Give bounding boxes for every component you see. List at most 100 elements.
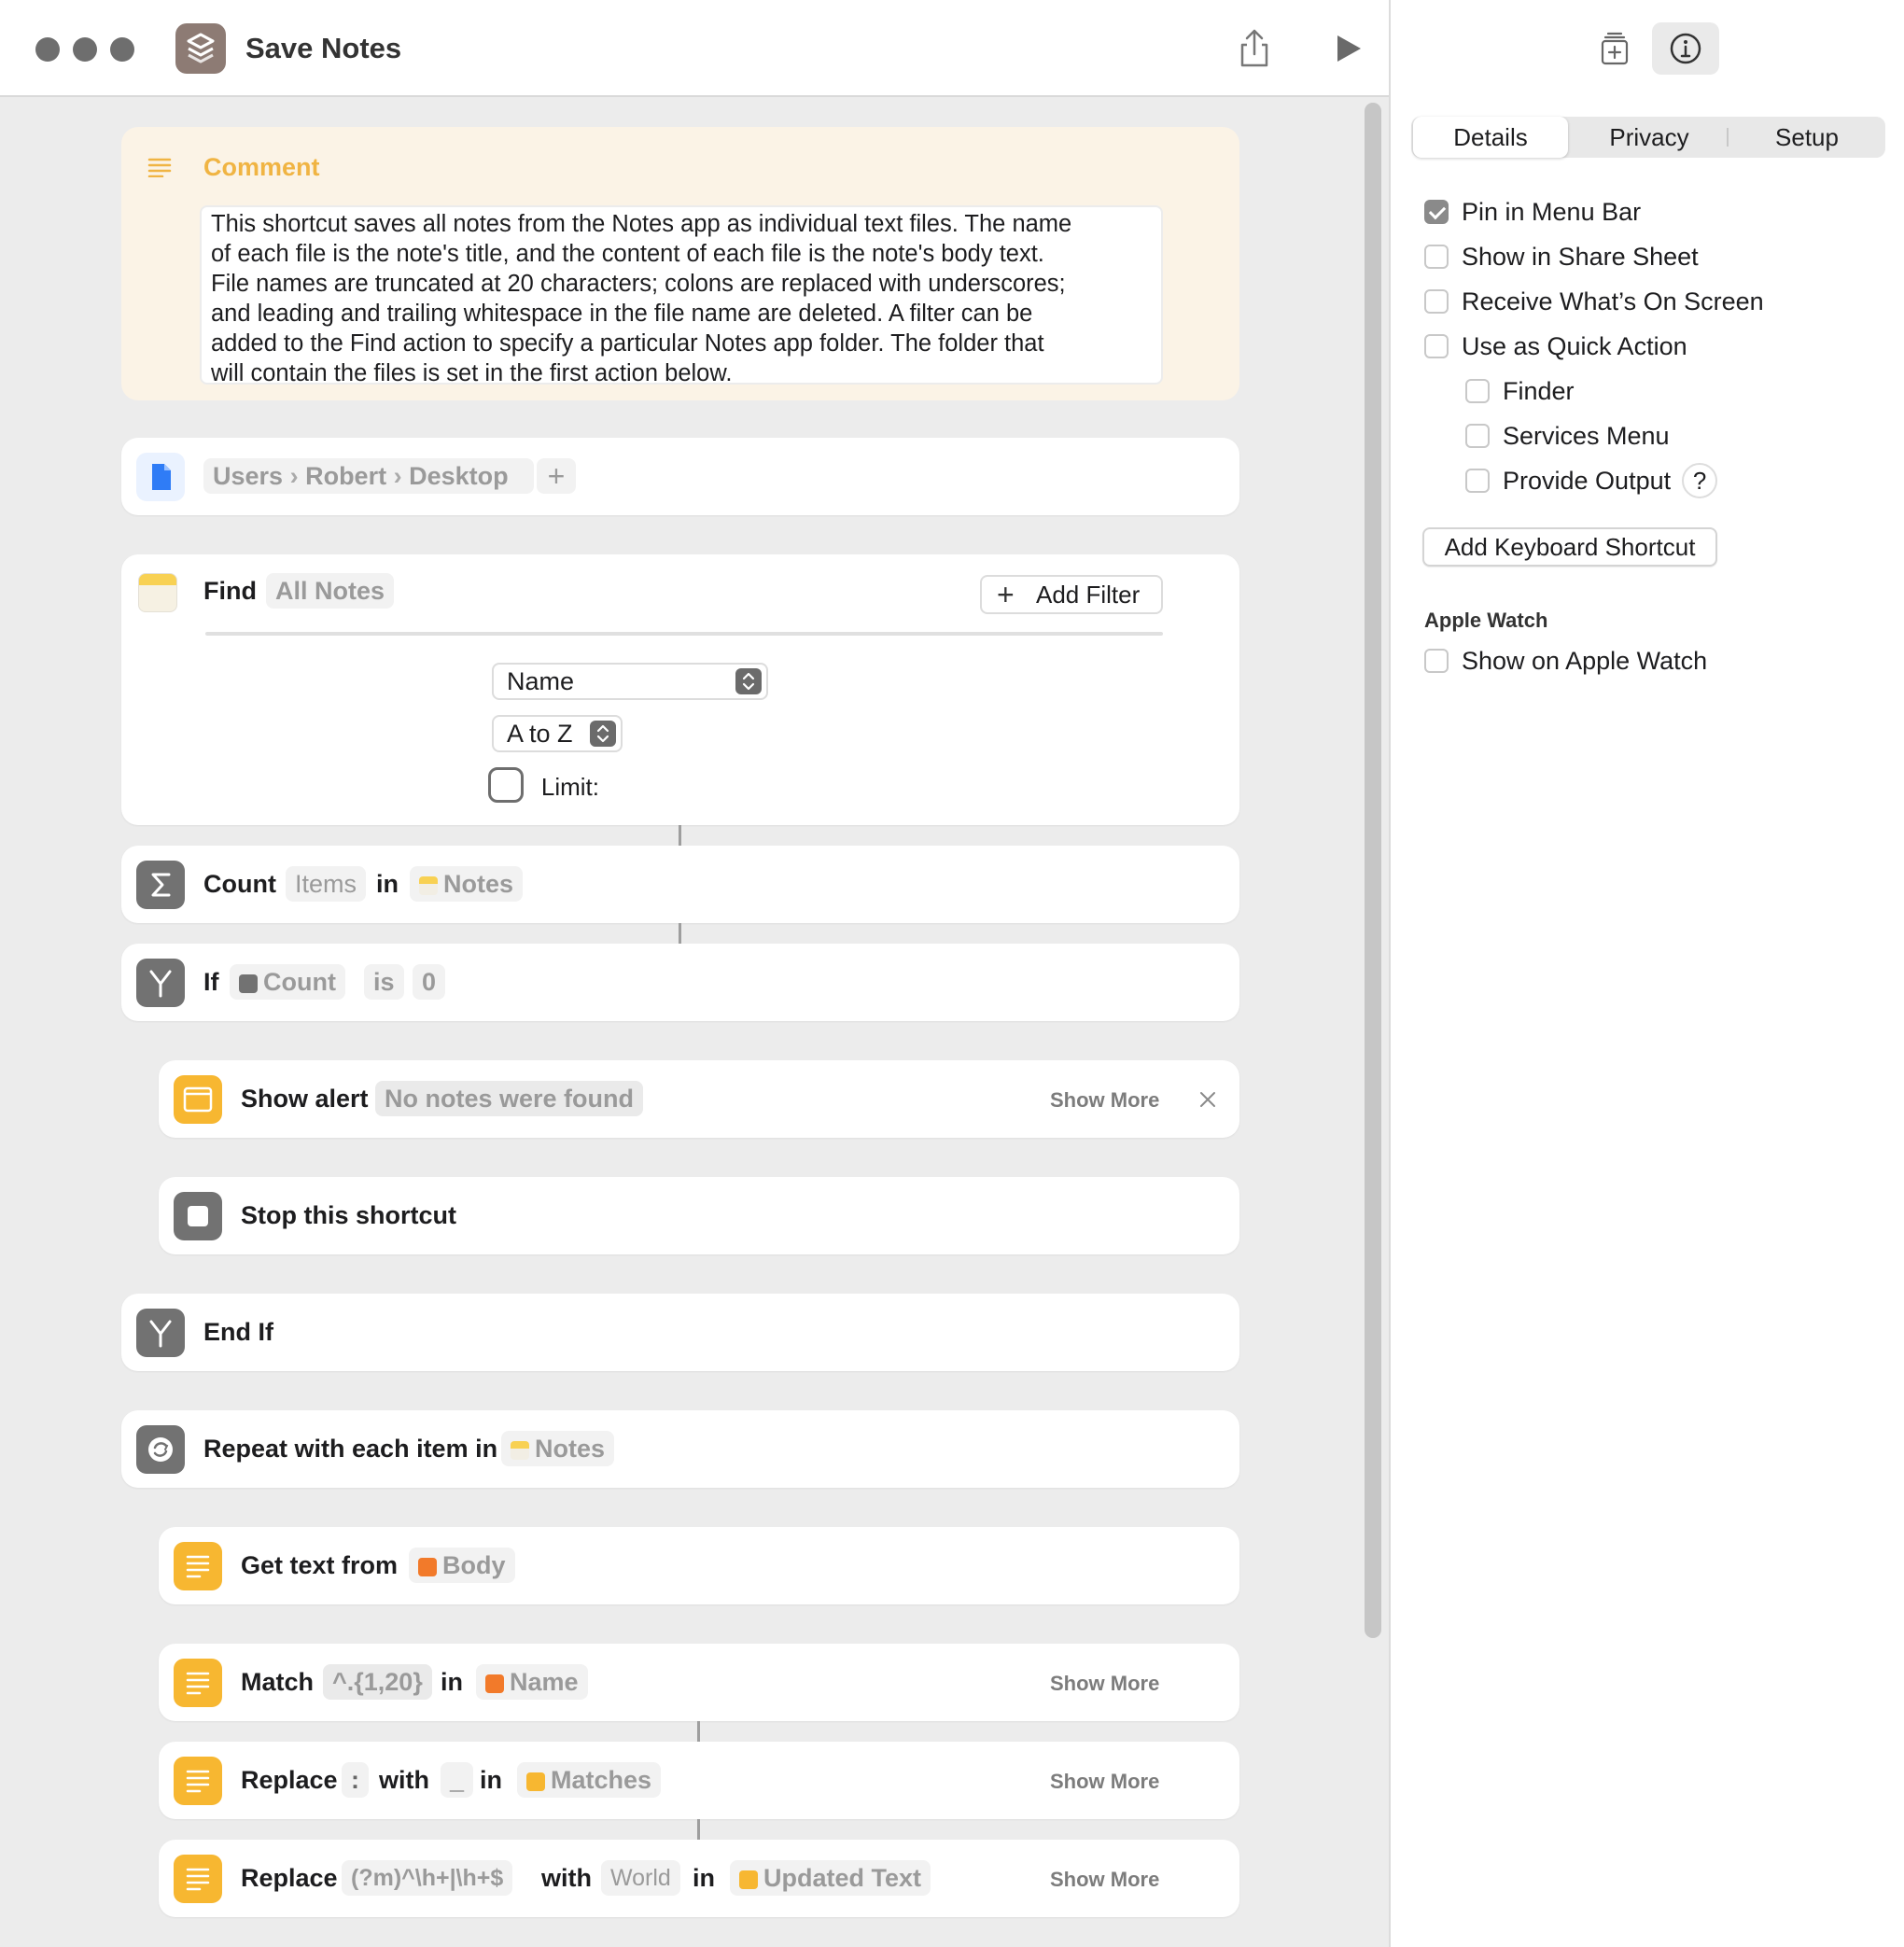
action-connector bbox=[697, 1721, 700, 1742]
end-if-card[interactable]: End If bbox=[121, 1294, 1239, 1371]
match-pattern-token[interactable]: ^.{1,20} bbox=[323, 1664, 432, 1700]
comment-line: File names are truncated at 20 character… bbox=[211, 271, 1066, 297]
replace-source-token[interactable]: Updated Text bbox=[730, 1860, 931, 1896]
show-on-apple-watch-option[interactable]: Show on Apple Watch bbox=[1424, 646, 1707, 676]
get-text-source-token[interactable]: Body bbox=[409, 1548, 515, 1583]
checkbox-checked[interactable] bbox=[1424, 200, 1449, 224]
tab-details[interactable]: Details bbox=[1413, 117, 1568, 158]
checkbox[interactable] bbox=[1424, 334, 1449, 358]
variable-icon bbox=[485, 1674, 504, 1693]
editor-scrollbar[interactable] bbox=[1365, 103, 1381, 1638]
title-bar: Save Notes bbox=[0, 0, 1389, 97]
if-value-token[interactable]: 0 bbox=[413, 964, 446, 1000]
sort-by-popup[interactable]: Name bbox=[492, 663, 768, 700]
comment-line: added to the Find action to specify a pa… bbox=[211, 330, 1044, 357]
find-notes-card[interactable]: Find All Notes + Add Filter Sort by: Nam… bbox=[121, 554, 1239, 825]
option-label: Pin in Menu Bar bbox=[1462, 197, 1642, 226]
replace-with-token[interactable]: _ bbox=[441, 1762, 474, 1798]
plus-icon: + bbox=[997, 578, 1015, 611]
count-action-card[interactable]: Count Items in Notes bbox=[121, 846, 1239, 923]
repeat-source-token[interactable]: Notes bbox=[501, 1431, 615, 1466]
match-label: Match bbox=[241, 1668, 315, 1696]
add-path-button[interactable]: + bbox=[537, 458, 576, 494]
show-in-share-sheet-option[interactable]: Show in Share Sheet bbox=[1424, 242, 1699, 272]
replace-with-token[interactable]: World bbox=[601, 1860, 680, 1896]
show-alert-card[interactable]: Show alert No notes were found Show More bbox=[159, 1060, 1239, 1138]
services-menu-option[interactable]: Services Menu bbox=[1465, 421, 1670, 451]
folder-action-card[interactable]: Users › Robert › Desktop + bbox=[121, 438, 1239, 515]
add-filter-button[interactable]: + Add Filter bbox=[980, 575, 1163, 614]
replace-source-label: Matches bbox=[551, 1766, 652, 1794]
replace-find-token[interactable]: : bbox=[342, 1762, 369, 1798]
add-keyboard-shortcut-button[interactable]: Add Keyboard Shortcut bbox=[1422, 527, 1717, 567]
notes-icon bbox=[419, 876, 438, 895]
sort-by-value: Name bbox=[507, 667, 575, 695]
count-label: Count bbox=[203, 870, 276, 898]
filter-divider bbox=[205, 632, 1163, 636]
panel-tab-control: Details Privacy Setup bbox=[1411, 117, 1885, 158]
replace-find-token[interactable]: (?m)^\h+|\h+$ bbox=[342, 1860, 513, 1896]
count-source-token[interactable]: Notes bbox=[410, 866, 524, 902]
comment-line: of each file is the note's title, and th… bbox=[211, 241, 1044, 267]
match-source-token[interactable]: Name bbox=[476, 1664, 588, 1700]
use-as-quick-action-option[interactable]: Use as Quick Action bbox=[1424, 331, 1687, 361]
limit-toggle[interactable] bbox=[488, 767, 524, 803]
order-popup[interactable]: A to Z bbox=[492, 715, 623, 752]
checkbox[interactable] bbox=[1465, 469, 1490, 493]
share-icon[interactable] bbox=[1230, 24, 1279, 73]
checkbox[interactable] bbox=[1465, 379, 1490, 403]
checkbox[interactable] bbox=[1424, 245, 1449, 269]
info-icon[interactable] bbox=[1652, 22, 1719, 75]
match-in-label: in bbox=[441, 1668, 463, 1696]
if-variable-label: Count bbox=[263, 968, 336, 996]
stop-shortcut-card[interactable]: Stop this shortcut bbox=[159, 1177, 1239, 1254]
close-icon[interactable] bbox=[1197, 1088, 1219, 1111]
checkbox[interactable] bbox=[1465, 424, 1490, 448]
replace-source-token[interactable]: Matches bbox=[517, 1762, 662, 1798]
repeat-each-card[interactable]: Repeat with each item in Notes bbox=[121, 1410, 1239, 1488]
provide-output-option[interactable]: Provide Output? bbox=[1465, 463, 1718, 498]
end-if-label: End If bbox=[203, 1318, 273, 1346]
if-action-card[interactable]: If Count is 0 bbox=[121, 944, 1239, 1021]
finder-option[interactable]: Finder bbox=[1465, 376, 1575, 406]
count-what-token[interactable]: Items bbox=[286, 866, 367, 902]
replace-with-label: with bbox=[541, 1864, 592, 1892]
match-text-card[interactable]: Match ^.{1,20} in Name Show More bbox=[159, 1644, 1239, 1721]
show-more-button[interactable]: Show More bbox=[1050, 1770, 1159, 1794]
minimize-button[interactable] bbox=[73, 37, 97, 62]
close-button[interactable] bbox=[35, 37, 60, 62]
comment-text-field[interactable]: This shortcut saves all notes from the N… bbox=[200, 205, 1163, 386]
alert-message-token[interactable]: No notes were found bbox=[375, 1081, 644, 1116]
add-to-library-icon[interactable] bbox=[1590, 24, 1639, 73]
if-variable-token[interactable]: Count bbox=[230, 964, 345, 1000]
find-target-token[interactable]: All Notes bbox=[266, 573, 395, 609]
show-more-button[interactable]: Show More bbox=[1050, 1672, 1159, 1696]
document-icon bbox=[136, 453, 185, 501]
count-in-label: in bbox=[376, 870, 399, 898]
show-more-button[interactable]: Show More bbox=[1050, 1088, 1159, 1113]
pin-in-menu-bar-option[interactable]: Pin in Menu Bar bbox=[1424, 197, 1641, 227]
receive-on-screen-option[interactable]: Receive What’s On Screen bbox=[1424, 287, 1764, 316]
path-desktop: Desktop bbox=[409, 462, 509, 490]
help-button[interactable]: ? bbox=[1682, 463, 1718, 498]
folder-path-token[interactable]: Users › Robert › Desktop bbox=[203, 458, 534, 494]
chevron-right-icon: › bbox=[289, 462, 306, 490]
order-value: A to Z bbox=[507, 720, 573, 748]
zoom-button[interactable] bbox=[110, 37, 134, 62]
if-operator-token[interactable]: is bbox=[364, 964, 404, 1000]
get-text-card[interactable]: Get text from Body bbox=[159, 1527, 1239, 1604]
replace-whitespace-card[interactable]: Replace (?m)^\h+|\h+$ with World in Upda… bbox=[159, 1840, 1239, 1917]
replace-text-card[interactable]: Replace : with _ in Matches Show More bbox=[159, 1742, 1239, 1819]
comment-card[interactable]: Comment This shortcut saves all notes fr… bbox=[121, 127, 1239, 400]
sigma-icon bbox=[136, 861, 185, 909]
comment-line: and leading and trailing whitespace in t… bbox=[211, 301, 1033, 327]
tab-setup[interactable]: Setup bbox=[1730, 117, 1883, 158]
play-icon[interactable] bbox=[1323, 24, 1372, 73]
tab-privacy[interactable]: Privacy bbox=[1572, 117, 1727, 158]
checkbox[interactable] bbox=[1424, 649, 1449, 673]
option-label: Use as Quick Action bbox=[1462, 331, 1687, 360]
option-label: Receive What’s On Screen bbox=[1462, 287, 1764, 315]
show-more-button[interactable]: Show More bbox=[1050, 1868, 1159, 1892]
checkbox[interactable] bbox=[1424, 289, 1449, 314]
shortcut-icon[interactable] bbox=[175, 23, 226, 74]
